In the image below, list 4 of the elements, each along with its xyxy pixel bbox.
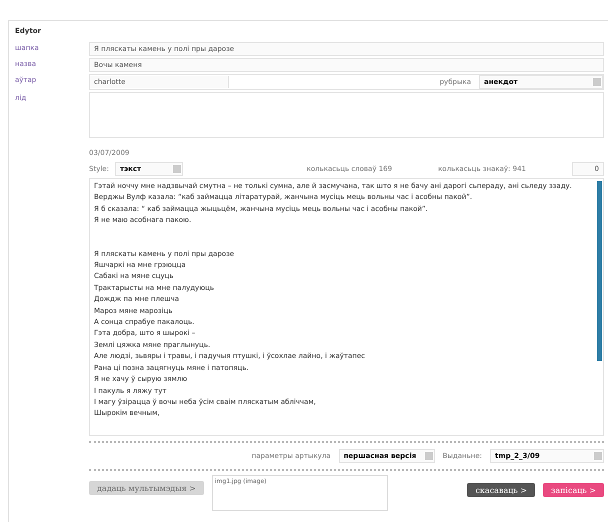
cancel-button[interactable]: скасаваць >	[467, 483, 535, 497]
save-button[interactable]: запісаць >	[542, 483, 604, 497]
scrollbar[interactable]	[597, 181, 602, 361]
lead-field[interactable]	[89, 92, 604, 138]
